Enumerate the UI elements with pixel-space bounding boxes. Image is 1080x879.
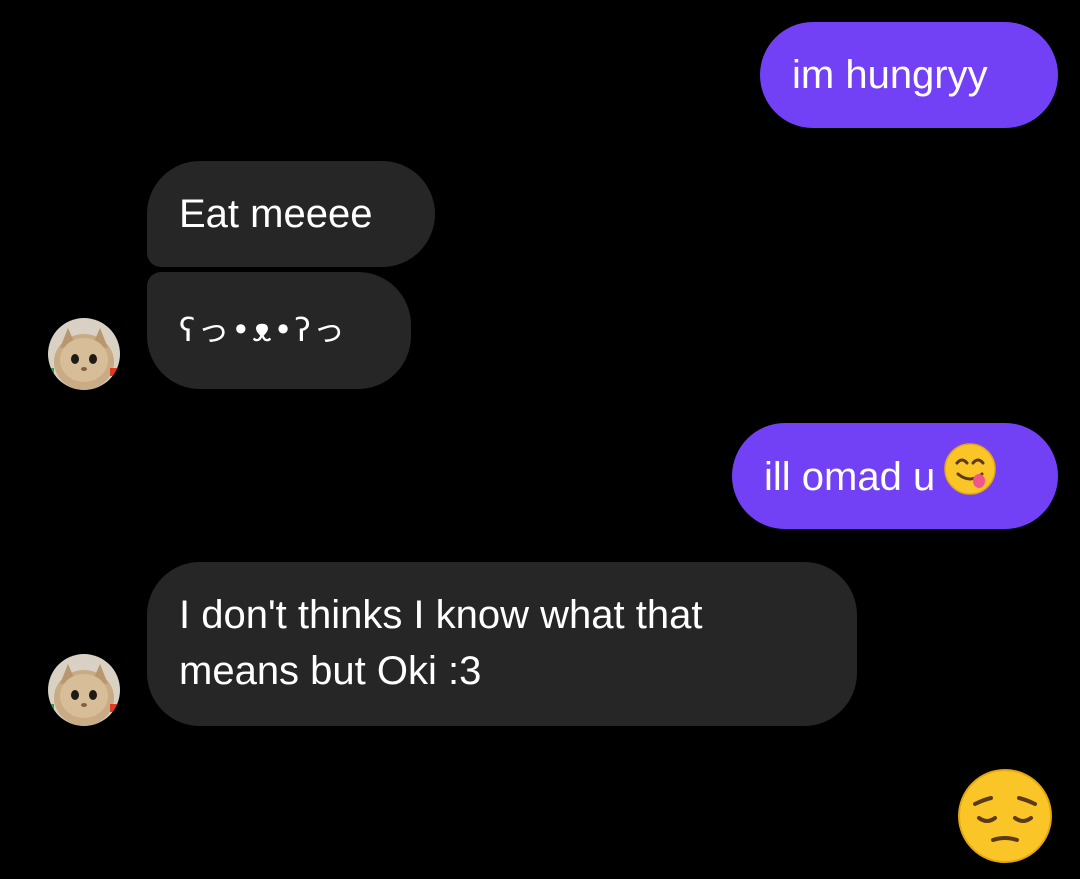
contact-avatar[interactable] [48,318,120,390]
received-message-bubble[interactable]: Eat meeee [147,161,435,267]
kitten-avatar-icon [48,654,120,726]
message-text: ʕっ•ᴥ•ʔっ [179,311,347,349]
message-text: Eat meeee [179,192,373,236]
sent-message-bubble[interactable]: ill omad u [732,423,1058,529]
message-text-line: I don't thinks I know what that [179,593,703,637]
message-text-line: means but Oki :3 [179,649,482,693]
message-text: ill omad u [764,455,936,500]
received-message-bubble[interactable]: I don't thinks I know what that means bu… [147,562,857,726]
emoji-message[interactable] [957,768,1053,864]
face-savoring-food-icon [943,442,997,511]
message-text: im hungryy [792,53,988,97]
sent-message-bubble[interactable]: im hungryy [760,22,1058,128]
contact-avatar[interactable] [48,654,120,726]
received-message-bubble[interactable]: ʕっ•ᴥ•ʔっ [147,272,411,389]
kitten-avatar-icon [48,318,120,390]
pensive-face-icon [958,769,1052,863]
